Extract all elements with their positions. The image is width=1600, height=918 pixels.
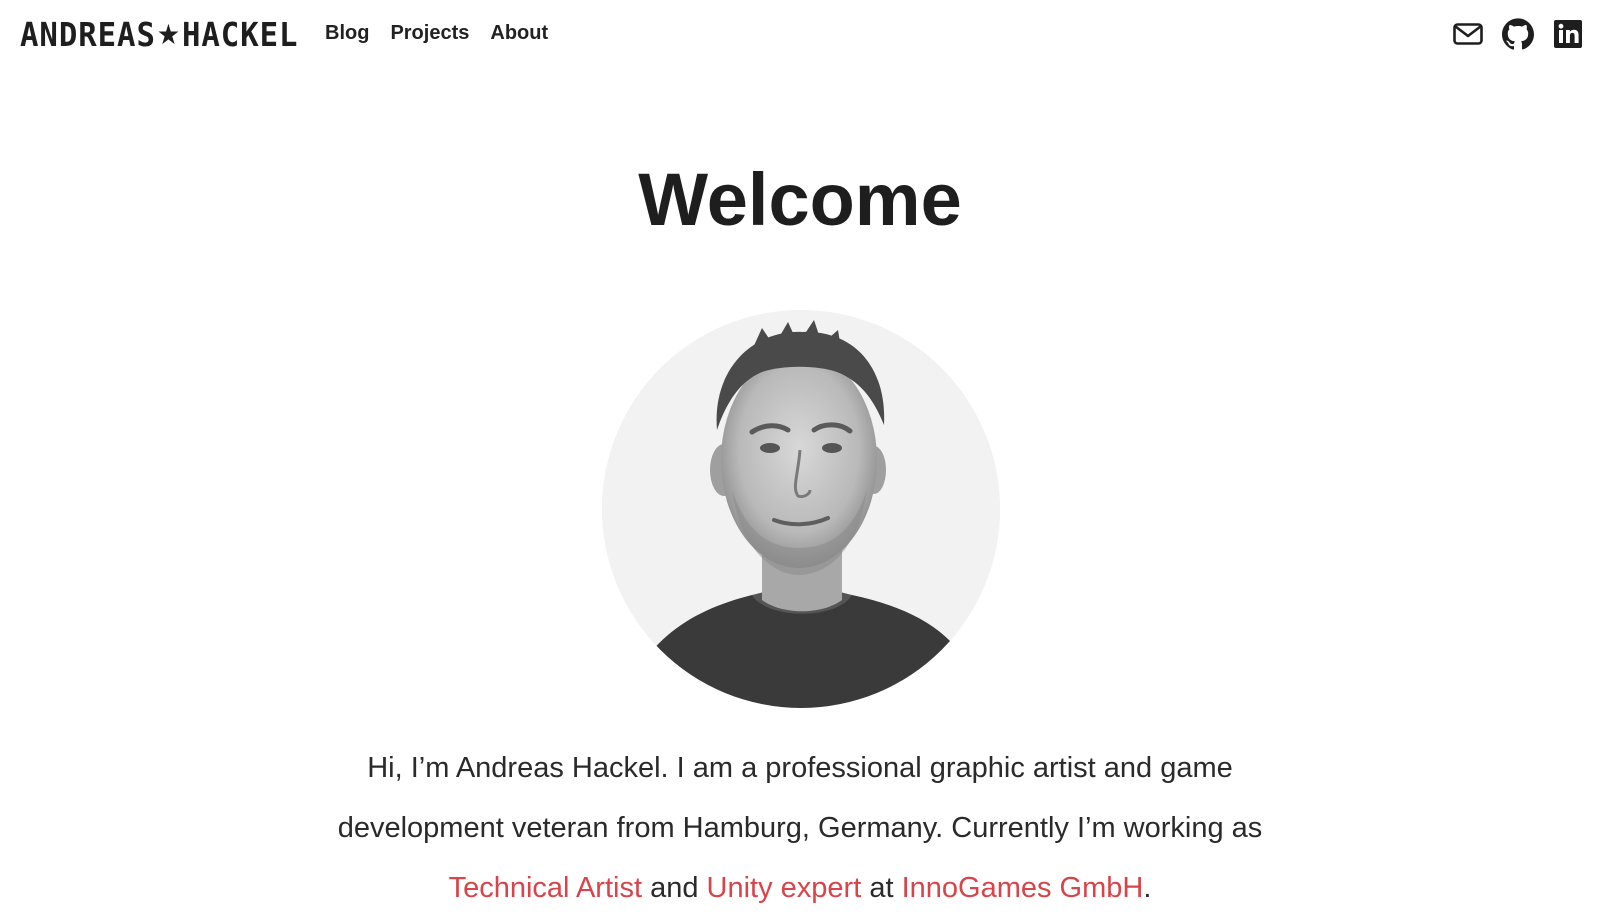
nav-about-link[interactable]: About xyxy=(490,21,548,45)
unity-expert-link[interactable]: Unity expert xyxy=(707,872,862,904)
logo-first-name: ANDREAS xyxy=(20,15,156,54)
nav-blog-link[interactable]: Blog xyxy=(325,21,369,45)
nav-projects-link[interactable]: Projects xyxy=(390,21,469,45)
page-title: Welcome xyxy=(638,158,962,241)
logo-last-name: HACKEL xyxy=(181,15,299,54)
innogames-link[interactable]: InnoGames GmbH xyxy=(902,872,1144,904)
social-links xyxy=(1452,18,1584,50)
logo-star-icon: ★ xyxy=(156,18,182,51)
site-header: ANDREAS ★ HACKEL Blog Projects About xyxy=(0,0,1600,70)
intro-paragraph: Hi, I’m Andreas Hackel. I am a professio… xyxy=(300,738,1300,918)
intro-at: at xyxy=(869,872,894,904)
github-icon[interactable] xyxy=(1502,18,1534,50)
linkedin-icon[interactable] xyxy=(1552,18,1584,50)
technical-artist-link[interactable]: Technical Artist xyxy=(449,872,642,904)
site-logo[interactable]: ANDREAS ★ HACKEL xyxy=(20,17,298,53)
intro-and: and xyxy=(650,872,699,904)
intro-period: . xyxy=(1143,872,1152,904)
main-nav: Blog Projects About xyxy=(325,21,548,45)
profile-photo xyxy=(602,310,1000,708)
mail-icon[interactable] xyxy=(1452,18,1484,50)
intro-text: Hi, I’m Andreas Hackel. I am a professio… xyxy=(337,752,1263,844)
